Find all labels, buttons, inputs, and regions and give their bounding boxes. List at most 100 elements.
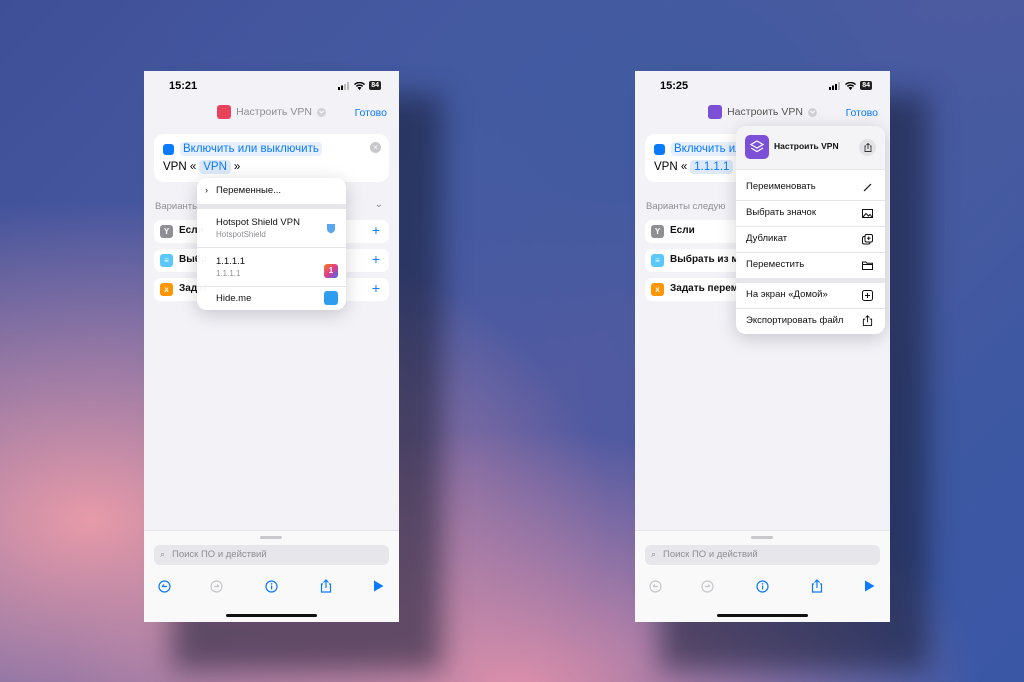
context-menu-header: Настроить VPN	[736, 126, 885, 169]
vpn-option-1111[interactable]: 1.1.1.1 1.1.1.1 1	[197, 248, 346, 286]
add-icon[interactable]: +	[372, 251, 380, 267]
play-icon[interactable]	[861, 578, 877, 594]
y-icon: Y	[651, 225, 664, 238]
search-field[interactable]: ⌕ Поиск ПО и действий	[645, 545, 880, 565]
info-icon[interactable]	[263, 578, 279, 594]
done-button[interactable]: Готово	[355, 107, 387, 119]
left-phone-screen: 15:21 84 Настроить VPN Готово Включить и…	[144, 71, 399, 622]
wifi-icon	[845, 81, 857, 90]
menu-item-label: Дубликат	[746, 233, 788, 244]
photo-icon	[862, 209, 873, 218]
option-title: Hide.me	[216, 293, 252, 304]
status-bar: 15:25 84	[635, 80, 890, 94]
menu-item-add-to-home[interactable]: На экран «Домой»	[736, 283, 885, 308]
home-indicator	[226, 614, 317, 617]
shortcut-app-icon	[217, 105, 232, 119]
signal-icon	[338, 81, 350, 90]
bottom-panel: ⌕ Поиск ПО и действий	[635, 530, 890, 622]
share-icon[interactable]	[318, 578, 334, 594]
chevron-down-icon[interactable]	[807, 107, 817, 117]
chevron-down-icon[interactable]	[316, 107, 326, 117]
menu-item-label: На экран «Домой»	[746, 289, 828, 300]
battery-icon: 84	[860, 81, 872, 90]
bottom-panel: ⌕ Поиск ПО и действий	[144, 530, 399, 622]
wifi-icon	[354, 81, 366, 90]
x-var-icon: x	[160, 283, 173, 296]
add-icon[interactable]: +	[372, 280, 380, 296]
play-icon[interactable]	[370, 578, 386, 594]
share-icon[interactable]	[859, 139, 876, 156]
action-suffix: »	[233, 161, 241, 173]
home-indicator	[717, 614, 808, 617]
search-field[interactable]: ⌕ Поиск ПО и действий	[154, 545, 389, 565]
done-button[interactable]: Готово	[846, 107, 878, 119]
vpn-token[interactable]: 1.1.1.1	[690, 160, 734, 174]
suggestions-header: Варианты	[155, 201, 199, 212]
shield-icon	[327, 224, 335, 234]
vpn-picker-popup: › Переменные... Hotspot Shield VPN Hotsp…	[197, 178, 346, 310]
suggestion-label: Выбрать из м	[670, 254, 739, 265]
menu-item-label: Переименовать	[746, 181, 816, 192]
nav-title[interactable]: Настроить VPN	[727, 106, 803, 118]
action-prefix: VPN «	[163, 161, 197, 173]
menu-item-move[interactable]: Переместить	[736, 252, 885, 278]
battery-icon: 84	[369, 81, 381, 90]
signal-icon	[829, 81, 841, 90]
vpn-option-hideme[interactable]: Hide.me	[197, 287, 346, 310]
status-time: 15:25	[660, 80, 689, 92]
search-placeholder: Поиск ПО и действий	[172, 549, 267, 560]
bottom-toolbar	[144, 575, 399, 599]
nav-bar: Настроить VPN Готово	[635, 103, 890, 123]
pencil-icon	[863, 183, 872, 192]
context-menu-title: Настроить VPN	[774, 141, 839, 151]
action-prefix: VPN «	[654, 161, 688, 173]
menu-item-rename[interactable]: Переименовать	[736, 174, 885, 200]
menu-item-choose-icon[interactable]: Выбрать значок	[736, 200, 885, 226]
nav-bar: Настроить VPN Готово	[144, 103, 399, 123]
search-icon: ⌕	[160, 549, 166, 559]
shortcut-context-menu: Настроить VPN Переименовать Выбрать знач…	[736, 126, 885, 334]
shortcut-icon	[745, 135, 769, 159]
vpn-action-icon	[163, 143, 174, 155]
divider	[736, 169, 885, 170]
vpn-token[interactable]: VPN	[199, 160, 231, 174]
menu-item-duplicate[interactable]: Дубликат	[736, 226, 885, 252]
undo-icon[interactable]	[156, 578, 172, 594]
remove-action-icon[interactable]: ×	[370, 142, 381, 153]
variables-row[interactable]: › Переменные...	[197, 178, 346, 204]
add-square-icon	[862, 290, 873, 301]
hideme-icon	[324, 291, 338, 305]
action-title[interactable]: Включить или выключить	[180, 142, 322, 156]
vpn-action-card[interactable]: Включить или выключить VPN « VPN » ×	[154, 134, 389, 182]
nav-title[interactable]: Настроить VPN	[236, 106, 312, 118]
add-icon[interactable]: +	[372, 222, 380, 238]
option-title: 1.1.1.1	[216, 256, 246, 267]
folder-icon	[862, 261, 873, 270]
search-icon: ⌕	[651, 549, 657, 559]
chevron-down-icon[interactable]: ⌄	[375, 199, 383, 210]
status-time: 15:21	[169, 80, 198, 92]
chevron-right-icon: ›	[205, 185, 208, 195]
vpn-option-hotspot-shield[interactable]: Hotspot Shield VPN HotspotShield	[197, 209, 346, 247]
undo-icon	[647, 578, 663, 594]
suggestions-header: Варианты следую	[646, 201, 726, 212]
share-icon	[862, 315, 873, 326]
sheet-grabber[interactable]	[260, 536, 282, 539]
cloudflare-1111-icon: 1	[324, 264, 338, 278]
suggestion-label: Если	[670, 225, 695, 236]
right-phone-screen: 15:25 84 Настроить VPN Готово Включить и…	[635, 71, 890, 622]
bottom-toolbar	[635, 575, 890, 599]
menu-item-label: Переместить	[746, 259, 805, 270]
y-icon: Y	[160, 225, 173, 238]
info-icon[interactable]	[754, 578, 770, 594]
menu-item-label: Выбрать значок	[746, 207, 816, 218]
option-subtitle: 1.1.1.1	[216, 269, 241, 278]
x-var-icon: x	[651, 283, 664, 296]
menu-item-export-file[interactable]: Экспортировать файл	[736, 308, 885, 334]
sheet-grabber[interactable]	[751, 536, 773, 539]
redo-icon	[699, 578, 715, 594]
share-icon[interactable]	[809, 578, 825, 594]
shortcut-app-icon	[708, 105, 723, 119]
menu-icon: ≡	[160, 254, 173, 267]
suggestion-label: Задать перем	[670, 283, 739, 294]
